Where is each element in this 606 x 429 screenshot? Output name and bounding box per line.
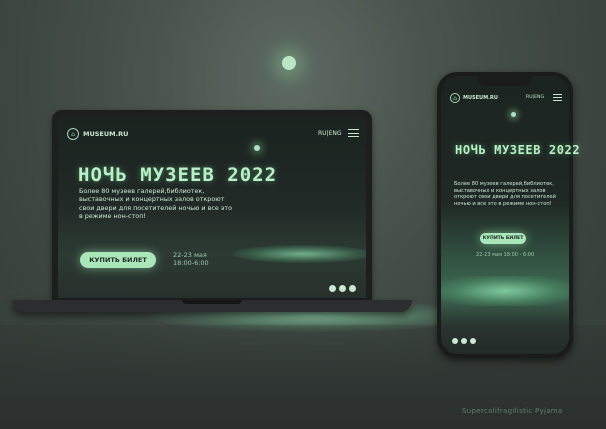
event-description: Более 80 музеев галерей,библиотек, выста… xyxy=(79,187,232,221)
phone-water-glow xyxy=(441,276,569,306)
museum-logo-icon: ⌂ xyxy=(450,93,460,103)
phone-moon xyxy=(511,112,516,117)
laptop-notch xyxy=(182,300,242,304)
logo-text: MUSEUM.RU xyxy=(463,95,498,101)
moon xyxy=(282,56,296,70)
whatsapp-icon[interactable] xyxy=(452,338,458,344)
page-title: НОЧЬ МУЗЕЕВ 2022 xyxy=(455,143,581,157)
phone-logo[interactable]: ⌂ MUSEUM.RU xyxy=(450,93,498,103)
laptop-logo[interactable]: ⌂ MUSEUM.RU xyxy=(67,128,128,140)
laptop-moon xyxy=(254,145,260,151)
whatsapp-icon[interactable] xyxy=(329,285,336,292)
youtube-icon[interactable] xyxy=(470,338,476,344)
museum-logo-icon: ⌂ xyxy=(67,128,79,140)
language-switch[interactable]: RU|ENG xyxy=(526,95,544,100)
social-links xyxy=(452,338,476,344)
youtube-icon[interactable] xyxy=(349,285,356,292)
hamburger-menu-icon[interactable] xyxy=(553,94,562,101)
event-dates: 22-23 мая 18:00-6:00 xyxy=(173,251,209,268)
buy-ticket-button[interactable]: КУПИТЬ БИЛЕТ xyxy=(80,252,156,268)
buy-ticket-button[interactable]: КУПИТЬ БИЛЕТ xyxy=(480,233,526,244)
phone-screen xyxy=(441,76,569,354)
social-links xyxy=(329,285,356,292)
logo-text: MUSEUM.RU xyxy=(83,130,129,138)
language-switch[interactable]: RU|ENG xyxy=(318,130,342,137)
event-dates: 22-23 мая 18:00 - 6:00 xyxy=(476,252,535,258)
watermark-credit: Supercalifragilistic Pyjama xyxy=(462,407,563,415)
laptop-water-glow xyxy=(233,245,366,263)
telegram-icon[interactable] xyxy=(339,285,346,292)
event-description: Более 80 музеев галерей,библиотек, выста… xyxy=(454,181,556,208)
phone-notch xyxy=(478,76,532,86)
telegram-icon[interactable] xyxy=(461,338,467,344)
hamburger-menu-icon[interactable] xyxy=(348,129,359,137)
page-title: НОЧЬ МУЗЕЕВ 2022 xyxy=(78,164,278,186)
